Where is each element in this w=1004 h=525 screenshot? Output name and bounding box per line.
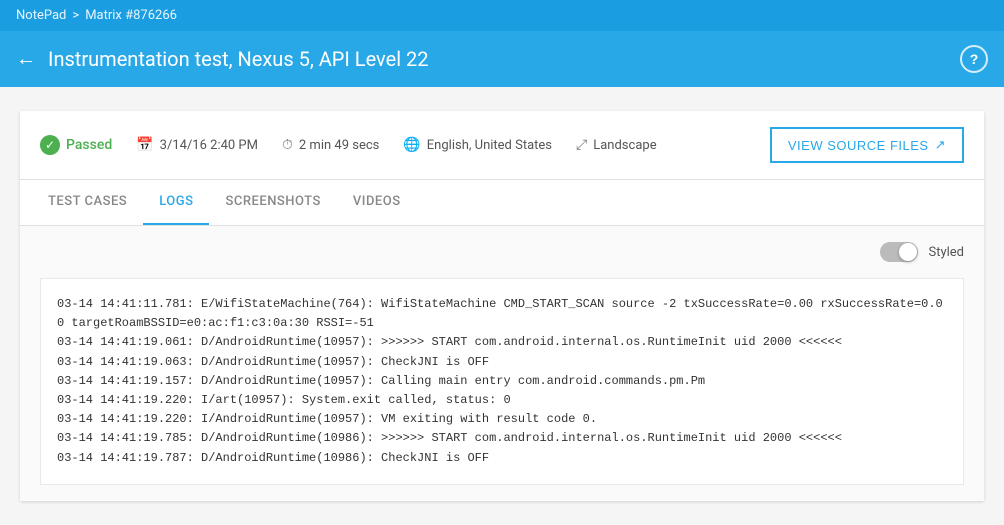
orientation-meta: ⤢ Landscape — [576, 137, 657, 153]
log-line: 03-14 14:41:19.157: D/AndroidRuntime(109… — [57, 372, 947, 391]
logs-controls: Styled — [40, 242, 964, 262]
log-content: 03-14 14:41:11.781: E/WifiStateMachine(7… — [40, 278, 964, 485]
view-source-button[interactable]: VIEW SOURCE FILES ↗ — [770, 127, 964, 163]
status-row: ✓ Passed 📅 3/14/16 2:40 PM ⏱ 2 min 49 se… — [20, 111, 984, 180]
page-title: Instrumentation test, Nexus 5, API Level… — [48, 47, 429, 71]
log-line: 03-14 14:41:11.781: E/WifiStateMachine(7… — [57, 295, 947, 333]
log-line: 03-14 14:41:19.220: I/art(10957): System… — [57, 391, 947, 410]
main-card: ✓ Passed 📅 3/14/16 2:40 PM ⏱ 2 min 49 se… — [20, 111, 984, 501]
status-passed: ✓ Passed — [40, 135, 112, 155]
back-button[interactable]: ← — [16, 49, 36, 69]
log-line: 03-14 14:41:19.063: D/AndroidRuntime(109… — [57, 353, 947, 372]
styled-label: Styled — [928, 245, 964, 260]
globe-icon: 🌐 — [403, 137, 420, 153]
tab-test-cases[interactable]: TEST CASES — [32, 180, 143, 225]
tab-logs[interactable]: LOGS — [143, 180, 209, 225]
styled-toggle[interactable] — [880, 242, 918, 262]
duration-meta: ⏱ 2 min 49 secs — [282, 137, 379, 153]
tab-screenshots[interactable]: SCREENSHOTS — [209, 180, 336, 225]
orientation-label: Landscape — [593, 138, 656, 153]
locale-label: English, United States — [427, 138, 552, 153]
tabs-row: TEST CASES LOGS SCREENSHOTS VIDEOS — [20, 180, 984, 226]
logs-area: Styled 03-14 14:41:11.781: E/WifiStateMa… — [20, 226, 984, 501]
log-line: 03-14 14:41:19.787: D/AndroidRuntime(109… — [57, 449, 947, 468]
orientation-icon: ⤢ — [576, 137, 587, 153]
calendar-icon: 📅 — [136, 137, 153, 153]
header-bar: ← Instrumentation test, Nexus 5, API Lev… — [0, 31, 1004, 87]
toggle-knob — [899, 243, 917, 261]
log-line: 03-14 14:41:19.061: D/AndroidRuntime(109… — [57, 333, 947, 352]
date-meta: 📅 3/14/16 2:40 PM — [136, 137, 258, 153]
nav-separator: > — [72, 8, 79, 23]
nav-app-name[interactable]: NotePad — [16, 8, 66, 23]
locale-meta: 🌐 English, United States — [403, 137, 552, 153]
date-label: 3/14/16 2:40 PM — [160, 138, 258, 153]
view-source-label: VIEW SOURCE FILES — [788, 138, 929, 153]
external-link-icon: ↗ — [935, 137, 946, 153]
log-line: 03-14 14:41:19.220: I/AndroidRuntime(109… — [57, 410, 947, 429]
header-left: ← Instrumentation test, Nexus 5, API Lev… — [16, 47, 429, 71]
top-nav: NotePad > Matrix #876266 — [0, 0, 1004, 31]
check-circle-icon: ✓ — [40, 135, 60, 155]
duration-label: 2 min 49 secs — [299, 138, 379, 153]
log-line: 03-14 14:41:19.785: D/AndroidRuntime(109… — [57, 429, 947, 448]
nav-breadcrumb[interactable]: Matrix #876266 — [85, 8, 177, 23]
help-button[interactable]: ? — [960, 45, 988, 73]
clock-icon: ⏱ — [282, 137, 293, 153]
tab-videos[interactable]: VIDEOS — [337, 180, 417, 225]
passed-label: Passed — [66, 137, 112, 153]
